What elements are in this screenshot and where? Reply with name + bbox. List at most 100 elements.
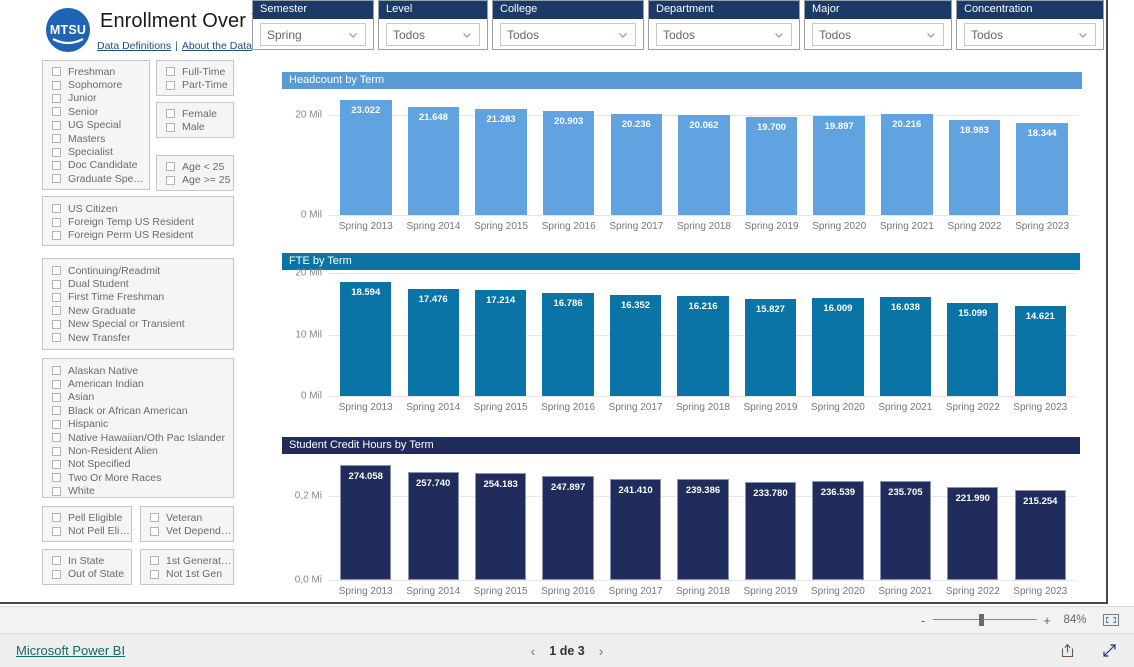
checkbox-row-pell[interactable]: Pell Eligible (43, 511, 131, 524)
checkbox-row-student-type[interactable]: New Special or Transient (43, 318, 233, 331)
slicer-panel-generation[interactable]: 1st Generation Not 1st Gen (140, 549, 234, 585)
bar[interactable]: 235.705 (879, 480, 931, 580)
checkbox-icon[interactable] (150, 569, 159, 579)
checkbox-icon[interactable] (52, 147, 61, 157)
checkbox-icon[interactable] (52, 319, 61, 329)
chevron-left-icon[interactable]: ‹ (531, 643, 536, 659)
checkbox-icon[interactable] (166, 122, 175, 132)
checkbox-icon[interactable] (150, 513, 159, 523)
slicer-panel-classification[interactable]: Freshman Sophomore Junior Senior UG Special M… (42, 60, 150, 190)
checkbox-row-classification[interactable]: Freshman (43, 65, 149, 78)
bar[interactable]: 16.352 (609, 295, 662, 396)
bar[interactable]: 21.283 (475, 108, 527, 215)
slicer-department[interactable]: Department Todos (648, 0, 800, 50)
zoom-in-button[interactable]: + (1040, 613, 1054, 628)
checkbox-icon[interactable] (52, 160, 61, 170)
bar[interactable]: 21.648 (407, 106, 460, 215)
checkbox-icon[interactable] (52, 569, 61, 579)
checkbox-icon[interactable] (166, 109, 175, 119)
checkbox-icon[interactable] (52, 333, 61, 343)
checkbox-row-student-type[interactable]: Dual Student (43, 277, 233, 290)
checkbox-icon[interactable] (150, 556, 159, 566)
bar[interactable]: 257.740 (407, 471, 459, 580)
bar[interactable]: 20.062 (678, 114, 730, 215)
checkbox-row-pell[interactable]: Not Pell Eligi... (43, 524, 131, 537)
checkbox-icon[interactable] (52, 419, 61, 429)
chart-student-credit-hours-by-term[interactable]: Student Credit Hours by Term 0,2 Mi 0,0 M… (282, 437, 1080, 602)
slicer-panel-enrollment-status[interactable]: Full-Time Part-Time (156, 60, 234, 96)
slicer-semester-dropdown[interactable]: Spring (260, 23, 366, 46)
checkbox-icon[interactable] (52, 366, 61, 376)
slicer-panel-age[interactable]: Age < 25 Age >= 25 (156, 155, 234, 191)
fullscreen-icon[interactable] (1101, 642, 1118, 659)
checkbox-icon[interactable] (52, 266, 61, 276)
checkbox-row-ethnicity[interactable]: Native Hawaiian/Oth Pac Islander (43, 431, 233, 444)
checkbox-row-student-type[interactable]: Continuing/Readmit (43, 264, 233, 277)
checkbox-icon[interactable] (52, 67, 61, 77)
checkbox-icon[interactable] (52, 217, 61, 227)
checkbox-row-ethnicity[interactable]: Asian (43, 391, 233, 404)
checkbox-icon[interactable] (52, 204, 61, 214)
checkbox-icon[interactable] (52, 446, 61, 456)
bar[interactable]: 16.216 (677, 296, 729, 396)
slicer-concentration[interactable]: Concentration Todos (956, 0, 1104, 50)
checkbox-row-classification[interactable]: UG Special (43, 119, 149, 132)
about-the-data-link[interactable]: About the Data (182, 40, 252, 52)
data-definitions-link[interactable]: Data Definitions (97, 40, 171, 52)
bar[interactable]: 17.476 (407, 288, 459, 396)
checkbox-row-residency[interactable]: Out of State (43, 567, 131, 580)
bar[interactable]: 20.903 (542, 110, 595, 215)
slicer-panel-pell[interactable]: Pell Eligible Not Pell Eligi... (42, 506, 132, 542)
checkbox-row-classification[interactable]: Masters (43, 132, 149, 145)
checkbox-icon[interactable] (52, 486, 61, 496)
checkbox-row-classification[interactable]: Junior (43, 92, 149, 105)
checkbox-row-student-type[interactable]: First Time Freshman (43, 291, 233, 304)
bar[interactable]: 16.786 (542, 292, 594, 396)
checkbox-icon[interactable] (52, 459, 61, 469)
slicer-major[interactable]: Major Todos (804, 0, 952, 50)
checkbox-row-classification[interactable]: Graduate Special (43, 172, 149, 185)
checkbox-row-ethnicity[interactable]: White (43, 485, 233, 498)
bar[interactable]: 23.022 (340, 99, 392, 215)
checkbox-row-ethnicity[interactable]: Two Or More Races (43, 471, 233, 484)
checkbox-row-ethnicity[interactable]: American Indian (43, 377, 233, 390)
slicer-panel-ethnicity[interactable]: Alaskan Native American Indian Asian Black … (42, 358, 234, 498)
checkbox-icon[interactable] (166, 175, 175, 185)
checkbox-icon[interactable] (52, 230, 61, 240)
bar[interactable]: 18.594 (340, 281, 392, 396)
checkbox-row-student-type[interactable]: New Transfer (43, 331, 233, 344)
checkbox-icon[interactable] (52, 513, 61, 523)
checkbox-row-veteran[interactable]: Vet Dependent (141, 524, 233, 537)
slicer-panel-citizenship[interactable]: US Citizen Foreign Temp US Resident Foreig… (42, 196, 234, 246)
bar[interactable]: 274.058 (340, 464, 392, 580)
checkbox-icon[interactable] (52, 174, 61, 184)
checkbox-row-citizenship[interactable]: US Citizen (43, 202, 233, 215)
checkbox-icon[interactable] (52, 473, 61, 483)
checkbox-row-citizenship[interactable]: Foreign Temp US Resident (43, 215, 233, 228)
checkbox-icon[interactable] (52, 526, 61, 536)
slicer-panel-gender[interactable]: Female Male (156, 102, 234, 138)
slicer-level[interactable]: Level Todos (378, 0, 488, 50)
bar[interactable]: 19.700 (745, 116, 798, 215)
checkbox-row-classification[interactable]: Doc Candidate (43, 159, 149, 172)
slicer-panel-residency[interactable]: In State Out of State (42, 549, 132, 585)
checkbox-icon[interactable] (166, 162, 175, 172)
checkbox-row-residency[interactable]: In State (43, 554, 131, 567)
microsoft-power-bi-link[interactable]: Microsoft Power BI (16, 643, 125, 658)
checkbox-row-generation[interactable]: 1st Generation (141, 554, 233, 567)
fit-page-icon[interactable] (1102, 613, 1120, 627)
zoom-slider-handle[interactable] (979, 614, 984, 626)
share-icon[interactable] (1060, 642, 1077, 659)
bar[interactable]: 18.983 (948, 120, 1001, 215)
slicer-level-dropdown[interactable]: Todos (386, 23, 480, 46)
bar[interactable]: 16.009 (812, 297, 864, 396)
bar[interactable]: 239.386 (677, 479, 729, 580)
checkbox-row-citizenship[interactable]: Foreign Perm US Resident (43, 229, 233, 242)
checkbox-icon[interactable] (52, 107, 61, 117)
chart-headcount-by-term[interactable]: Headcount by Term 20 Mil 0 Mil 23.022 21.64… (282, 72, 1082, 237)
bar[interactable]: 14.621 (1014, 306, 1066, 396)
checkbox-row-ethnicity[interactable]: Hispanic (43, 418, 233, 431)
checkbox-icon[interactable] (52, 392, 61, 402)
checkbox-icon[interactable] (166, 67, 175, 77)
checkbox-row-classification[interactable]: Sophomore (43, 78, 149, 91)
